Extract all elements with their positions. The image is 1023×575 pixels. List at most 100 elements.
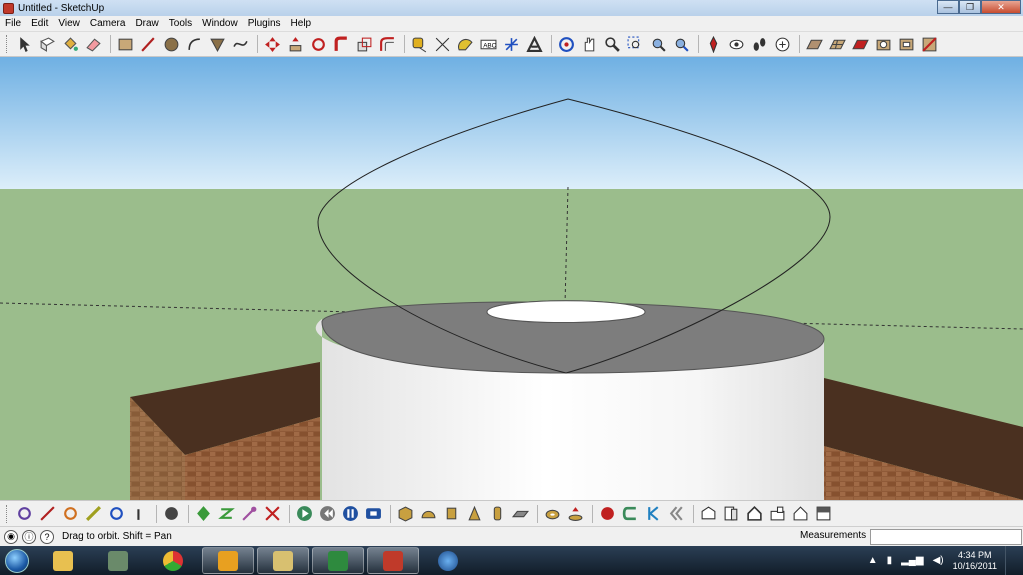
plane-shape-icon[interactable] bbox=[510, 503, 531, 524]
toolbar-grip[interactable] bbox=[6, 504, 9, 523]
torus-shape-icon[interactable] bbox=[542, 503, 563, 524]
tray-expand-icon[interactable]: ▲ bbox=[868, 555, 878, 566]
record-icon[interactable] bbox=[597, 503, 618, 524]
cone-shape-icon[interactable] bbox=[464, 503, 485, 524]
sketchup-app[interactable] bbox=[367, 547, 419, 574]
add-detail-icon[interactable] bbox=[919, 34, 940, 55]
rectangle-icon[interactable] bbox=[115, 34, 136, 55]
excel-app[interactable] bbox=[312, 547, 364, 574]
previous-view-icon[interactable] bbox=[671, 34, 692, 55]
position-camera-icon[interactable] bbox=[703, 34, 724, 55]
credits-icon[interactable]: ⓘ bbox=[22, 529, 36, 544]
dimension-icon[interactable] bbox=[432, 34, 453, 55]
k-icon[interactable] bbox=[643, 503, 664, 524]
model-viewport[interactable] bbox=[0, 57, 1023, 500]
power-icon[interactable]: ▮ bbox=[887, 555, 893, 566]
menu-camera[interactable]: Camera bbox=[85, 18, 131, 29]
zoom-extents-icon[interactable] bbox=[648, 34, 669, 55]
section-plane-icon[interactable] bbox=[772, 34, 793, 55]
offset-icon[interactable] bbox=[377, 34, 398, 55]
orbit-icon[interactable] bbox=[556, 34, 577, 55]
wand-icon[interactable] bbox=[239, 503, 260, 524]
stamp-icon[interactable] bbox=[873, 34, 894, 55]
show-desktop-button[interactable] bbox=[1005, 546, 1015, 575]
close-button[interactable]: ✕ bbox=[981, 0, 1021, 14]
refresh-icon[interactable] bbox=[106, 503, 127, 524]
play-icon[interactable] bbox=[294, 503, 315, 524]
orbit-alt-icon[interactable] bbox=[14, 503, 35, 524]
top-view-icon[interactable] bbox=[721, 503, 742, 524]
drape-icon[interactable] bbox=[896, 34, 917, 55]
menu-window[interactable]: Window bbox=[197, 18, 243, 29]
sandbox-from-contours-icon[interactable] bbox=[804, 34, 825, 55]
menu-view[interactable]: View bbox=[53, 18, 85, 29]
bend-icon[interactable] bbox=[620, 503, 641, 524]
zoom-icon[interactable] bbox=[602, 34, 623, 55]
google-earth-app[interactable] bbox=[422, 547, 474, 574]
toolbar-grip[interactable] bbox=[6, 35, 9, 53]
left-view-icon[interactable] bbox=[813, 503, 834, 524]
rotate-alt-icon[interactable] bbox=[60, 503, 81, 524]
zoom-window-icon[interactable] bbox=[625, 34, 646, 55]
measurements-input[interactable] bbox=[870, 529, 1022, 545]
push-pull-icon[interactable] bbox=[285, 34, 306, 55]
sandbox-from-scratch-icon[interactable] bbox=[827, 34, 848, 55]
volume-icon[interactable]: ◀) bbox=[933, 555, 944, 566]
iso-view-icon[interactable] bbox=[698, 503, 719, 524]
menu-plugins[interactable]: Plugins bbox=[243, 18, 286, 29]
circle-icon[interactable] bbox=[161, 34, 182, 55]
help-icon[interactable]: ? bbox=[40, 529, 54, 544]
select-tool-icon[interactable] bbox=[14, 34, 35, 55]
line-icon[interactable] bbox=[138, 34, 159, 55]
box-shape-icon[interactable] bbox=[395, 503, 416, 524]
menu-file[interactable]: File bbox=[0, 18, 26, 29]
clock[interactable]: 4:34 PM 10/16/2011 bbox=[953, 550, 997, 572]
freehand-icon[interactable] bbox=[230, 34, 251, 55]
geo-location-icon[interactable]: ◉ bbox=[4, 529, 18, 544]
back-view-icon[interactable] bbox=[790, 503, 811, 524]
explorer-app[interactable] bbox=[257, 547, 309, 574]
axes-icon[interactable] bbox=[501, 34, 522, 55]
paint-bucket-icon[interactable] bbox=[60, 34, 81, 55]
walk-icon[interactable] bbox=[749, 34, 770, 55]
folder-app[interactable] bbox=[37, 547, 89, 574]
hand-icon[interactable] bbox=[129, 503, 150, 524]
dome-shape-icon[interactable] bbox=[418, 503, 439, 524]
eraser-icon[interactable] bbox=[83, 34, 104, 55]
extrude-icon[interactable] bbox=[565, 503, 586, 524]
look-around-icon[interactable] bbox=[726, 34, 747, 55]
follow-me-icon[interactable] bbox=[331, 34, 352, 55]
protractor-icon[interactable] bbox=[455, 34, 476, 55]
start-button[interactable] bbox=[0, 546, 34, 575]
sketchup-app-icon[interactable] bbox=[3, 2, 14, 14]
arc-icon[interactable] bbox=[184, 34, 205, 55]
cross-icon[interactable] bbox=[262, 503, 283, 524]
make-component-icon[interactable] bbox=[37, 34, 58, 55]
minimize-button[interactable]: — bbox=[937, 0, 959, 14]
cylinder-shape-icon[interactable] bbox=[441, 503, 462, 524]
scene-icon[interactable] bbox=[363, 503, 384, 524]
pan-icon[interactable] bbox=[579, 34, 600, 55]
sphere-icon[interactable] bbox=[161, 503, 182, 524]
tube-shape-icon[interactable] bbox=[487, 503, 508, 524]
polygon-icon[interactable] bbox=[207, 34, 228, 55]
text-icon[interactable]: ABC bbox=[478, 34, 499, 55]
pencil-line-icon[interactable] bbox=[37, 503, 58, 524]
menu-draw[interactable]: Draw bbox=[130, 18, 163, 29]
front-view-icon[interactable] bbox=[744, 503, 765, 524]
tape-measure-icon[interactable] bbox=[409, 34, 430, 55]
menu-edit[interactable]: Edit bbox=[26, 18, 53, 29]
move-icon[interactable] bbox=[262, 34, 283, 55]
pause-icon[interactable] bbox=[340, 503, 361, 524]
menu-tools[interactable]: Tools bbox=[164, 18, 197, 29]
3d-text-icon[interactable] bbox=[524, 34, 545, 55]
chrome-app[interactable] bbox=[147, 547, 199, 574]
outlook-app[interactable] bbox=[202, 547, 254, 574]
rewind-icon[interactable] bbox=[317, 503, 338, 524]
scale-icon[interactable] bbox=[354, 34, 375, 55]
measure-alt-icon[interactable] bbox=[83, 503, 104, 524]
double-chevron-icon[interactable] bbox=[666, 503, 687, 524]
menu-help[interactable]: Help bbox=[286, 18, 317, 29]
rotate-icon[interactable] bbox=[308, 34, 329, 55]
spiral-icon[interactable] bbox=[216, 503, 237, 524]
